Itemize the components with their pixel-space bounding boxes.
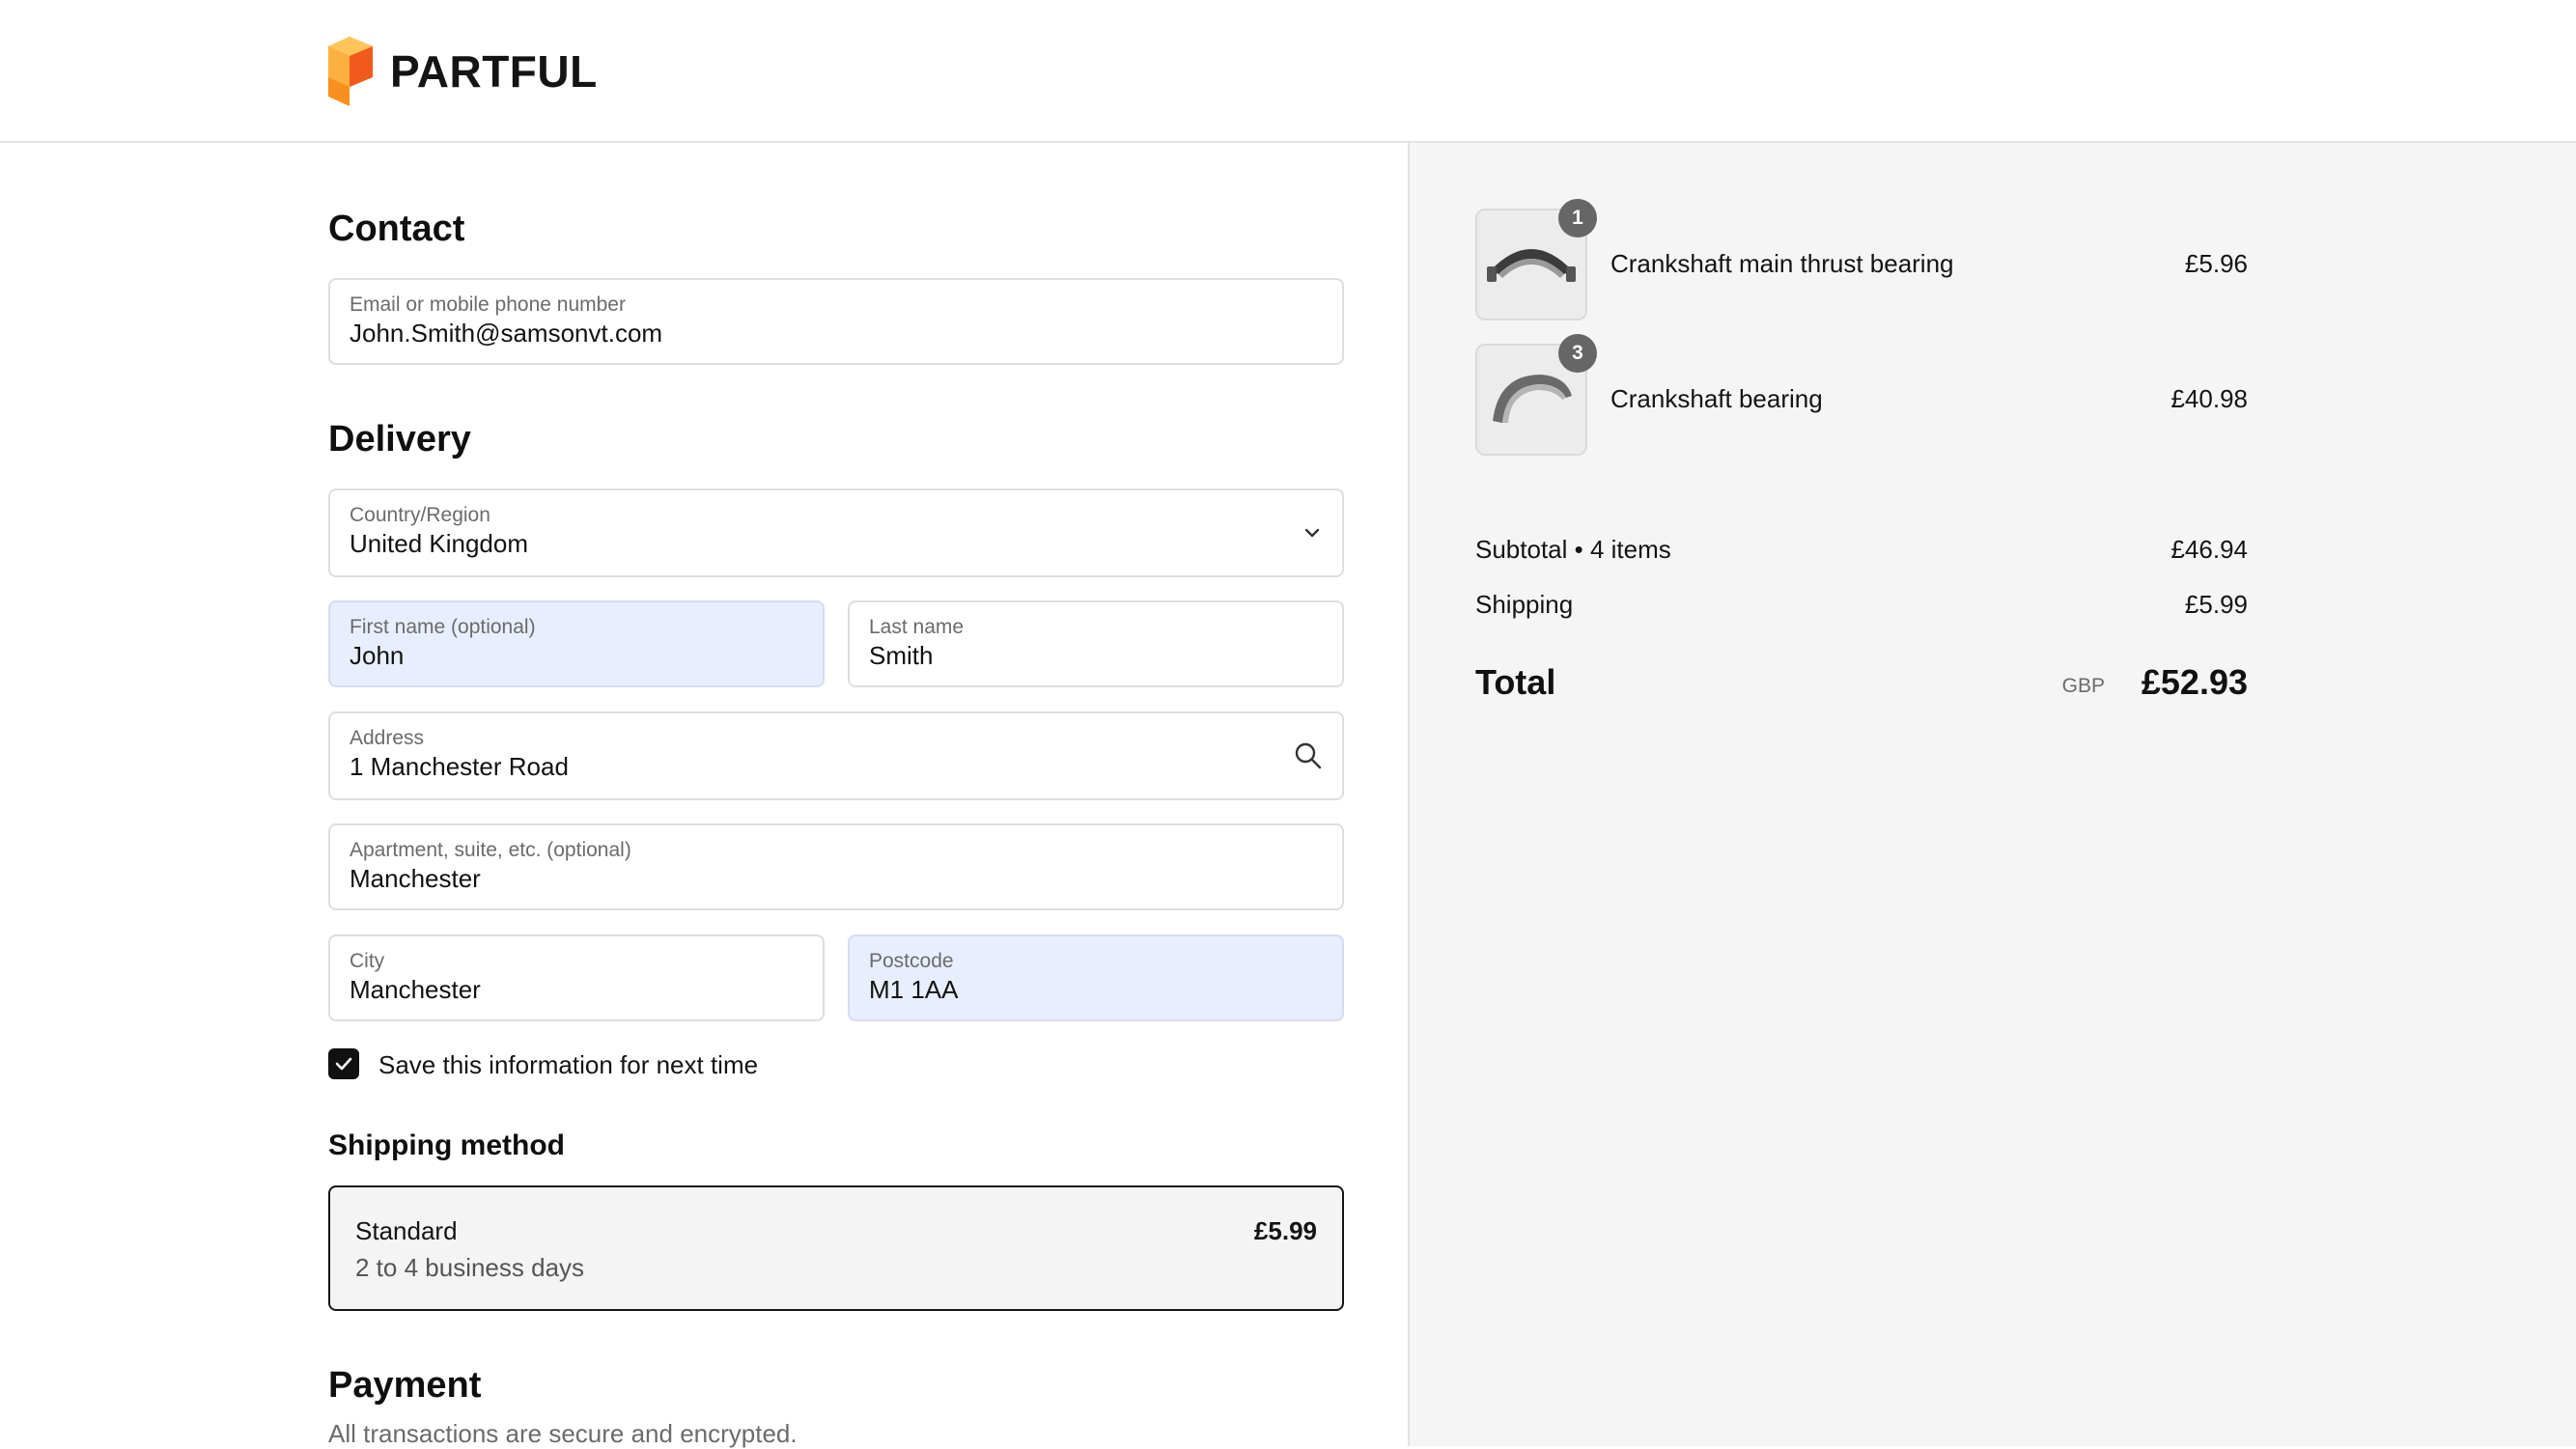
first-name-field[interactable]: First name (optional) John	[328, 600, 825, 687]
city-field[interactable]: City Manchester	[328, 934, 825, 1021]
subtotal-label: Subtotal • 4 items	[1475, 535, 1671, 564]
total-label: Total	[1475, 662, 1556, 702]
country-label: Country/Region	[350, 504, 490, 526]
address-field[interactable]: Address 1 Manchester Road	[328, 711, 1344, 800]
country-value: United Kingdom	[350, 529, 528, 558]
city-label: City	[350, 950, 385, 972]
partful-logo-icon	[328, 37, 373, 106]
city-value: Manchester	[350, 975, 481, 1004]
line-item-name: Crankshaft bearing	[1610, 384, 1823, 413]
shipping-method-heading: Shipping method	[328, 1129, 565, 1161]
subtotal-value: £46.94	[2170, 535, 2248, 564]
shipping-row: Shipping £5.99	[1475, 590, 2248, 620]
last-name-label: Last name	[869, 616, 965, 638]
shipping-value: £5.99	[2184, 590, 2248, 619]
shipping-label: Shipping	[1475, 590, 1574, 619]
delivery-heading: Delivery	[328, 419, 471, 460]
first-name-value: John	[350, 641, 405, 670]
last-name-value: Smith	[869, 641, 934, 670]
checkmark-icon	[335, 1057, 352, 1071]
shipping-option-name: Standard	[355, 1216, 458, 1245]
quantity-badge: 1	[1558, 199, 1597, 237]
total-value: £52.93	[2141, 662, 2248, 702]
last-name-field[interactable]: Last name Smith	[848, 600, 1344, 687]
postcode-label: Postcode	[869, 950, 954, 972]
email-label: Email or mobile phone number	[350, 293, 626, 316]
email-field[interactable]: Email or mobile phone number John.Smith@…	[328, 278, 1344, 365]
payment-heading: Payment	[328, 1365, 482, 1406]
site-header: PARTFUL	[0, 0, 2576, 143]
apartment-field[interactable]: Apartment, suite, etc. (optional) Manche…	[328, 823, 1344, 910]
save-info-label[interactable]: Save this information for next time	[378, 1050, 758, 1080]
shipping-option-eta: 2 to 4 business days	[355, 1253, 585, 1282]
line-item-price: £40.98	[2170, 384, 2248, 413]
save-info-checkbox[interactable]	[328, 1048, 359, 1079]
product-thumbnail: 1	[1475, 199, 1597, 320]
total-currency: GBP	[2061, 675, 2105, 697]
contact-heading: Contact	[328, 209, 465, 249]
line-item-price: £5.96	[2184, 249, 2248, 278]
address-label: Address	[350, 727, 425, 749]
shipping-option-price: £5.99	[1253, 1216, 1317, 1245]
quantity-badge: 3	[1558, 334, 1597, 373]
total-row: Total GBP £52.93	[1475, 662, 2248, 705]
apartment-value: Manchester	[350, 864, 481, 893]
brand-logo[interactable]: PARTFUL	[328, 37, 598, 106]
apartment-label: Apartment, suite, etc. (optional)	[350, 839, 631, 861]
line-item: 3 Crankshaft bearing £40.98	[1475, 334, 2248, 456]
shipping-option-standard[interactable]: Standard 2 to 4 business days £5.99	[328, 1185, 1344, 1311]
postcode-field[interactable]: Postcode M1 1AA	[848, 934, 1344, 1021]
search-icon[interactable]	[1294, 741, 1323, 770]
chevron-down-icon	[1304, 528, 1320, 538]
brand-name: PARTFUL	[390, 46, 598, 97]
country-select[interactable]: Country/Region United Kingdom	[328, 488, 1344, 577]
product-thumbnail: 3	[1475, 334, 1597, 456]
subtotal-row: Subtotal • 4 items £46.94	[1475, 535, 2248, 565]
payment-subtitle: All transactions are secure and encrypte…	[328, 1419, 798, 1448]
address-value: 1 Manchester Road	[350, 752, 569, 781]
line-item: 1 Crankshaft main thrust bearing £5.96	[1475, 199, 2248, 320]
email-value: John.Smith@samsonvt.com	[350, 319, 663, 348]
first-name-label: First name (optional)	[350, 616, 536, 638]
line-item-name: Crankshaft main thrust bearing	[1610, 249, 1954, 278]
postcode-value: M1 1AA	[869, 975, 959, 1004]
